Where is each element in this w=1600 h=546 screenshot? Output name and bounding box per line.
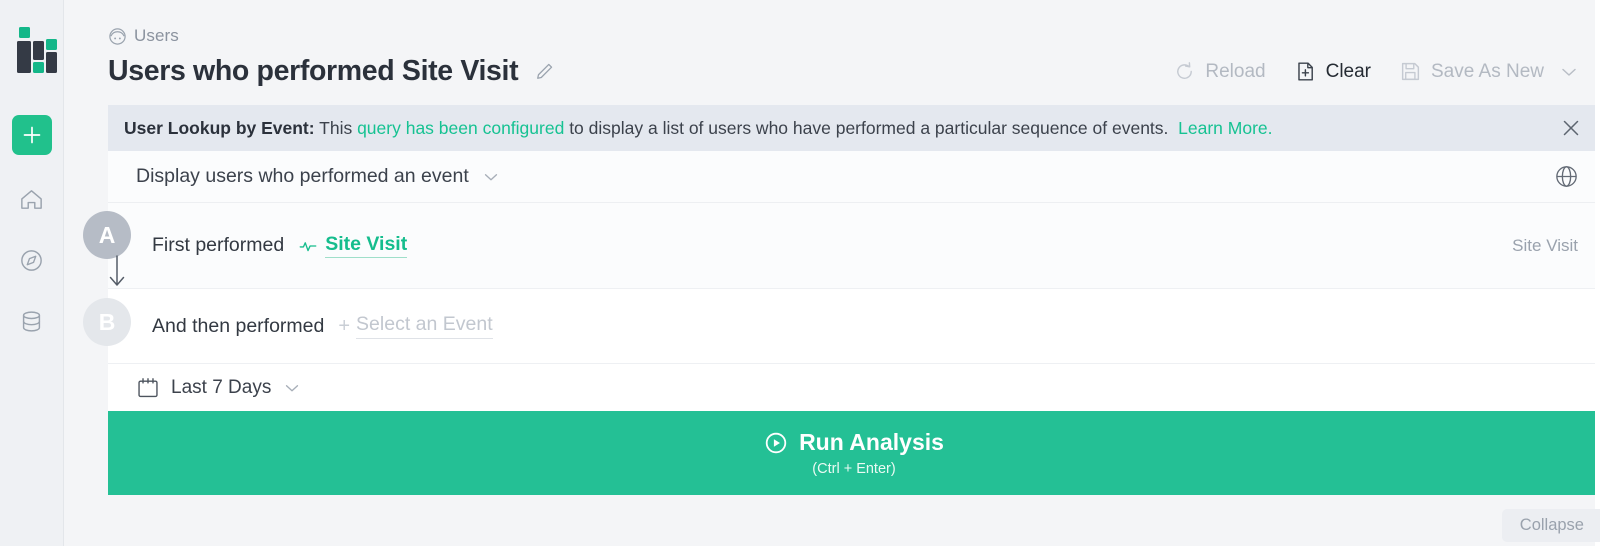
close-icon: [1563, 120, 1579, 136]
calendar-icon: [138, 377, 158, 397]
page-header: Users Users who performed Site Visit Rel…: [64, 0, 1600, 88]
collapse-button[interactable]: Collapse: [1501, 509, 1600, 542]
save-disk-icon: [1401, 62, 1420, 81]
breadcrumb-label: Users: [134, 26, 179, 45]
date-range-row: Last 7 Days: [108, 363, 1600, 411]
run-analysis-shortcut: (Ctrl + Enter): [812, 461, 896, 477]
home-icon: [21, 189, 42, 209]
main-content: Users Users who performed Site Visit Rel…: [64, 0, 1600, 546]
chevron-down-icon: [286, 384, 299, 391]
chevron-down-icon: [484, 173, 497, 180]
reload-button[interactable]: Reload: [1173, 60, 1266, 83]
sidebar-item-data[interactable]: [15, 304, 49, 338]
info-banner: User Lookup by Event: This query has bee…: [108, 105, 1600, 151]
calendar-icon-wrap: [136, 376, 160, 400]
breadcrumb[interactable]: Users: [108, 26, 1576, 46]
reload-icon: [1177, 62, 1193, 79]
reload-label: Reload: [1205, 60, 1266, 82]
save-as-new-label: Save As New: [1431, 60, 1544, 82]
banner-text-1: This: [319, 117, 353, 138]
clear-file-plus-icon: [1297, 62, 1313, 81]
mixpanel-logo[interactable]: [12, 27, 57, 73]
step-b-label: And then performed: [152, 314, 325, 337]
banner-link-configured[interactable]: query has been configured: [357, 118, 564, 138]
pencil-icon: [537, 63, 553, 79]
run-analysis-top: Run Analysis: [764, 429, 944, 456]
step-badge-a: A: [83, 211, 131, 259]
step-a-event-button[interactable]: Site Visit: [298, 233, 408, 258]
step-b-select-event-button[interactable]: + Select an Event: [338, 313, 493, 339]
plus-icon: [23, 126, 40, 144]
query-builder-card: Display users who performed an event A F…: [83, 151, 1600, 542]
banner-link-learn-more[interactable]: Learn More.: [1178, 118, 1272, 138]
query-step-a: A First performed Site Visit Site Visit: [83, 203, 1600, 289]
add-new-button[interactable]: [11, 115, 52, 155]
activity-pulse-icon: [299, 241, 317, 251]
sidebar-item-explore[interactable]: [15, 243, 49, 277]
app-window: Users Users who performed Site Visit Rel…: [0, 0, 1600, 546]
banner-prefix: User Lookup by Event:: [124, 117, 315, 138]
header-toolbar: Reload Clear Save As New: [1173, 60, 1580, 83]
date-range-dropdown[interactable]: Last 7 Days: [136, 376, 302, 400]
display-type-dropdown[interactable]: Display users who performed an event: [136, 165, 501, 188]
compass-icon: [21, 249, 42, 271]
step-badge-b: B: [83, 298, 131, 346]
save-as-new-button[interactable]: Save As New: [1399, 60, 1544, 83]
save-options-dropdown[interactable]: [1558, 61, 1580, 83]
run-analysis-label: Run Analysis: [799, 429, 944, 455]
play-circle-icon: [765, 432, 787, 453]
step-a-label: First performed: [152, 234, 285, 256]
query-step-b: B And then performed + Select an Event: [83, 289, 1600, 363]
down-arrow-icon: [109, 255, 125, 286]
run-analysis-button[interactable]: Run Analysis (Ctrl + Enter): [108, 411, 1600, 495]
clear-button[interactable]: Clear: [1294, 60, 1371, 83]
plus-icon: +: [338, 315, 351, 337]
left-nav-rail: [0, 0, 64, 546]
users-face-icon: [109, 27, 126, 45]
date-range-label: Last 7 Days: [171, 376, 272, 398]
step-a-event-name: Site Visit: [325, 233, 408, 258]
right-edge-strip: [1595, 0, 1600, 546]
banner-text: User Lookup by Event: This query has bee…: [124, 118, 1550, 139]
sidebar-item-home[interactable]: [15, 182, 49, 216]
database-icon: [22, 310, 41, 332]
step-b-event-placeholder: Select an Event: [356, 313, 493, 339]
page-title: Users who performed Site Visit: [108, 55, 519, 87]
step-a-right-label: Site Visit: [1512, 235, 1578, 255]
globe-icon: [1556, 166, 1577, 187]
banner-close-button[interactable]: [1550, 117, 1582, 139]
query-display-row: Display users who performed an event: [108, 151, 1600, 203]
clear-label: Clear: [1325, 60, 1371, 82]
banner-text-2: to display a list of users who have perf…: [569, 117, 1169, 138]
edit-title-button[interactable]: [534, 61, 555, 82]
globe-button[interactable]: [1553, 163, 1580, 190]
chevron-down-icon: [1562, 68, 1576, 76]
display-type-label: Display users who performed an event: [136, 165, 469, 187]
